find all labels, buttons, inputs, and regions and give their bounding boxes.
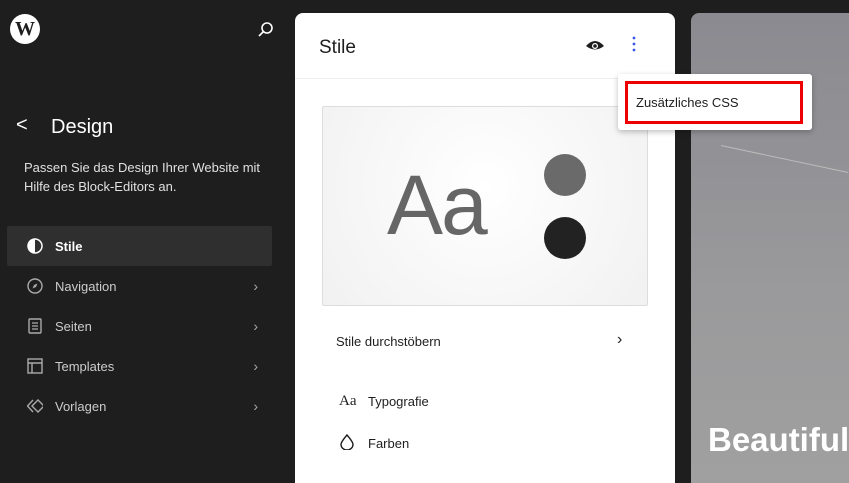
wordpress-logo[interactable]: W [10, 14, 40, 44]
sidebar-description: Passen Sie das Design Ihrer Website mit … [24, 160, 261, 194]
sidebar-item-label: Templates [55, 358, 115, 374]
sidebar-item-templates[interactable]: Templates › [7, 346, 272, 386]
half-circle-icon [27, 238, 43, 254]
sidebar-item-label: Stile [55, 238, 83, 254]
more-options-menu: Zusätzliches CSS [618, 74, 812, 130]
chevron-right-icon: › [253, 278, 258, 294]
style-preview[interactable]: Aa [322, 106, 648, 306]
more-options-icon[interactable] [631, 35, 637, 56]
sidebar-title: Design [51, 116, 114, 138]
compass-icon [27, 278, 43, 294]
chevron-right-icon: › [617, 331, 623, 348]
typography-icon: Aa [339, 393, 357, 409]
colors-label: Farben [368, 436, 410, 451]
typography-label: Typografie [368, 394, 429, 409]
typography-item[interactable]: Aa Typografie [339, 393, 429, 410]
droplet-icon [340, 433, 368, 453]
sidebar-item-seiten[interactable]: Seiten › [7, 306, 272, 346]
color-swatch-primary [544, 154, 586, 196]
layout-icon [27, 358, 43, 374]
browse-label: Stile durchstöbern [336, 334, 441, 349]
site-heading: Beautiful [708, 421, 849, 458]
search-icon[interactable] [256, 20, 276, 45]
sidebar-item-stile[interactable]: Stile [7, 226, 272, 266]
page-icon [27, 318, 43, 334]
chevron-right-icon: › [253, 318, 258, 334]
sidebar-item-label: Vorlagen [55, 398, 107, 414]
eye-icon[interactable] [585, 39, 605, 58]
symbol-icon [27, 398, 43, 414]
color-swatch-secondary [544, 217, 586, 259]
decorative-line [720, 145, 849, 174]
sidebar-item-label: Navigation [55, 278, 117, 294]
back-button[interactable]: < [16, 114, 28, 137]
preview-typography: Aa [387, 158, 488, 252]
chevron-right-icon: › [253, 358, 258, 374]
browse-styles-button[interactable]: Stile durchstöbern [336, 334, 441, 349]
sidebar-item-label: Seiten [55, 318, 92, 334]
panel-title: Stile [319, 37, 356, 58]
chevron-right-icon: › [253, 398, 258, 414]
colors-item[interactable]: Farben [340, 433, 410, 453]
additional-css-menu-item[interactable]: Zusätzliches CSS [625, 81, 803, 124]
sidebar-item-vorlagen[interactable]: Vorlagen › [7, 386, 272, 426]
sidebar-item-navigation[interactable]: Navigation › [7, 266, 272, 306]
